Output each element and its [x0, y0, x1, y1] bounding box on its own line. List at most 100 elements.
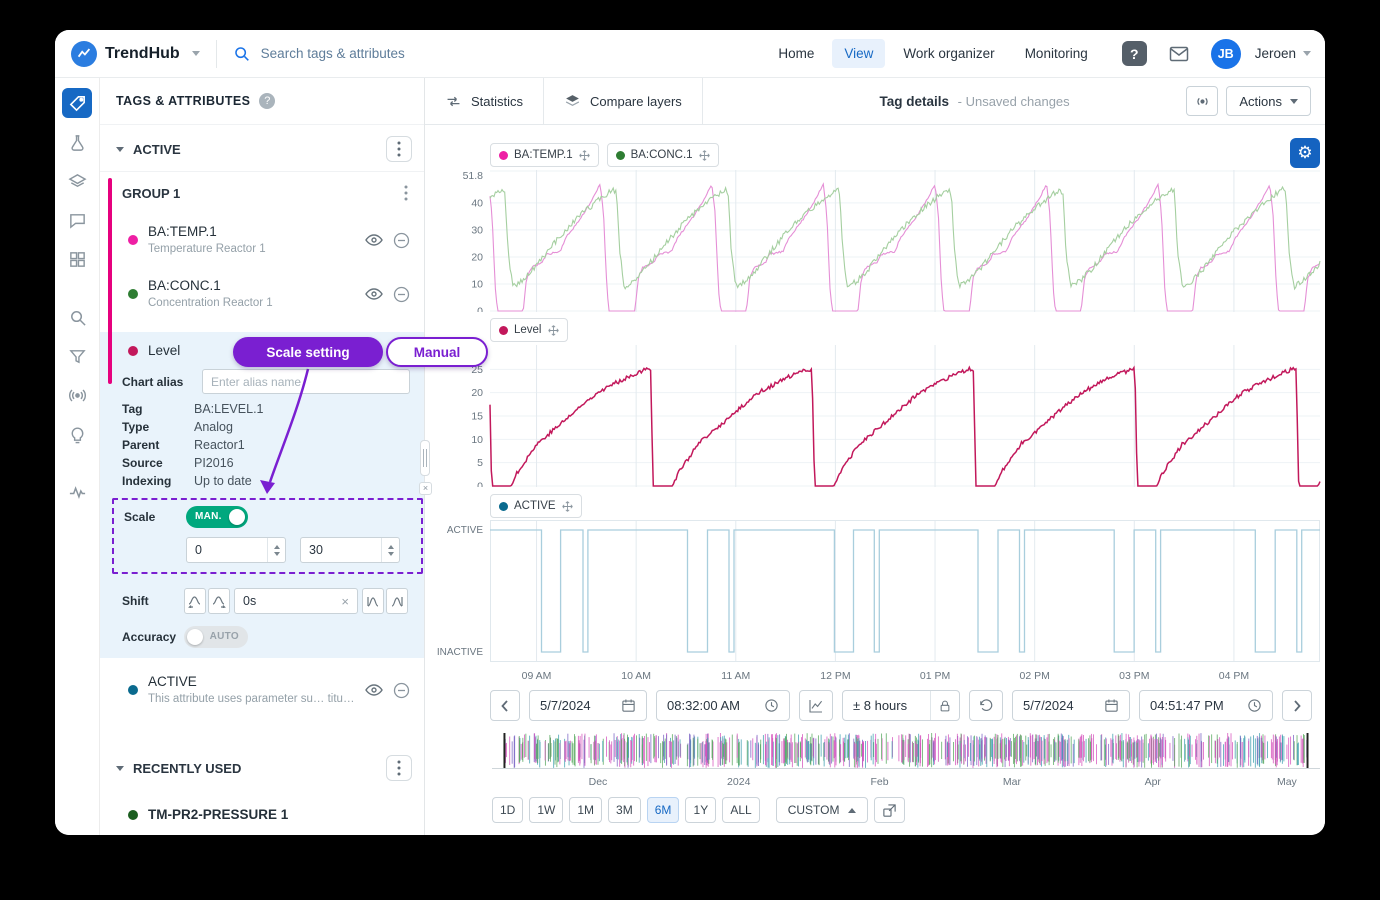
actions-label: Actions	[1239, 94, 1282, 109]
scale-max-input[interactable]	[300, 537, 400, 563]
custom-range-button[interactable]: CUSTOM	[776, 797, 868, 823]
start-date-field[interactable]: 5/7/2024	[529, 690, 647, 721]
layers-icon[interactable]	[62, 166, 92, 196]
manual-scale-toggle[interactable]: MAN.	[186, 506, 248, 528]
range-1y-button[interactable]: 1Y	[685, 797, 716, 823]
context-axis-labels: Dec 2024 Feb Mar Apr May	[492, 776, 1320, 790]
brand-dropdown-caret-icon[interactable]	[192, 51, 200, 56]
statistics-button[interactable]: Statistics	[425, 78, 544, 124]
end-time-field[interactable]: 04:51:47 PM	[1139, 690, 1273, 721]
remove-minus-icon[interactable]	[393, 232, 410, 249]
tag-item-ba-conc[interactable]: BA:CONC.1 Concentration Reactor 1	[100, 268, 424, 322]
end-date-field[interactable]: 5/7/2024	[1012, 690, 1130, 721]
remove-minus-icon[interactable]	[393, 286, 410, 303]
duration-field[interactable]: ± 8 hours	[842, 690, 960, 721]
user-menu[interactable]: Jeroen	[1255, 46, 1311, 61]
tag-item-ba-temp[interactable]: BA:TEMP.1 Temperature Reactor 1	[100, 214, 424, 268]
range-1m-button[interactable]: 1M	[569, 797, 602, 823]
group-row[interactable]: GROUP 1	[100, 172, 424, 214]
shift-forward-icon[interactable]	[208, 588, 230, 614]
temp-conc-chart[interactable]: 51.8403020100	[425, 170, 1325, 312]
recent-section-menu-button[interactable]	[386, 755, 412, 781]
visibility-eye-icon[interactable]	[365, 233, 383, 247]
focus-chart-button[interactable]	[799, 690, 833, 721]
nav-monitoring[interactable]: Monitoring	[1013, 39, 1100, 68]
accuracy-auto-toggle[interactable]: AUTO	[184, 626, 248, 648]
trendhub-logo-icon	[71, 41, 97, 67]
panel-resize-handle[interactable]	[420, 440, 430, 476]
visibility-eye-icon[interactable]	[365, 683, 383, 697]
visibility-eye-icon[interactable]	[365, 287, 383, 301]
shift-align-left-icon[interactable]	[362, 588, 384, 614]
history-button[interactable]	[969, 690, 1003, 721]
dashboard-icon[interactable]	[62, 244, 92, 274]
scale-min-input[interactable]	[186, 537, 286, 563]
step-back-button[interactable]	[490, 690, 520, 721]
tags-rail-button[interactable]	[62, 88, 92, 118]
legend-chip-ba-conc[interactable]: BA:CONC.1	[607, 143, 719, 167]
field-label: Tag	[122, 401, 194, 417]
shift-align-right-icon[interactable]	[386, 588, 408, 614]
nav-work-organizer[interactable]: Work organizer	[891, 39, 1006, 68]
legend-chip-active[interactable]: ACTIVE	[490, 494, 582, 518]
scale-max-value[interactable]	[301, 543, 381, 557]
lightbulb-icon[interactable]	[62, 419, 92, 449]
remove-minus-icon[interactable]	[393, 682, 410, 699]
legend-chip-level[interactable]: Level	[490, 318, 568, 342]
pulse-icon[interactable]	[62, 477, 92, 507]
move-icon[interactable]	[548, 325, 559, 336]
legend-chip-ba-temp[interactable]: BA:TEMP.1	[490, 143, 599, 167]
section-active[interactable]: ACTIVE	[100, 129, 424, 169]
scale-min-value[interactable]	[187, 543, 267, 557]
section-recently-used[interactable]: RECENTLY USED	[100, 748, 424, 788]
flask-icon[interactable]	[62, 127, 92, 157]
range-3m-button[interactable]: 3M	[608, 797, 641, 823]
step-forward-button[interactable]	[1282, 690, 1312, 721]
filter-icon[interactable]	[62, 341, 92, 371]
calendar-icon	[621, 698, 636, 713]
stepper-icon[interactable]	[267, 538, 285, 562]
shift-value-input[interactable]: 0s ×	[234, 588, 358, 614]
chart-alias-input[interactable]	[202, 369, 410, 394]
visibility-eye-icon[interactable]	[365, 344, 383, 358]
live-broadcast-icon[interactable]	[62, 380, 92, 410]
chart-settings-gear-button[interactable]: ⚙	[1290, 138, 1320, 168]
search-input[interactable]	[259, 45, 509, 62]
help-icon[interactable]: ?	[1122, 41, 1147, 66]
avatar[interactable]: JB	[1211, 39, 1241, 69]
panel-collapse-button[interactable]: ×	[419, 482, 432, 495]
active-section-menu-button[interactable]	[386, 136, 412, 162]
level-chart[interactable]: 2520151050	[425, 345, 1325, 487]
compare-layers-button[interactable]: Compare layers	[544, 78, 703, 124]
lock-icon[interactable]	[930, 691, 959, 720]
mail-icon[interactable]	[1169, 46, 1189, 62]
remove-minus-icon[interactable]	[393, 342, 410, 359]
nav-home[interactable]: Home	[766, 39, 826, 68]
group-menu-button[interactable]	[400, 181, 412, 205]
end-date-value: 5/7/2024	[1023, 698, 1074, 713]
comment-icon[interactable]	[62, 205, 92, 235]
move-icon[interactable]	[579, 150, 590, 161]
search-rail-icon[interactable]	[62, 302, 92, 332]
shift-back-icon[interactable]	[184, 588, 206, 614]
clear-icon[interactable]: ×	[341, 594, 349, 609]
range-all-button[interactable]: ALL	[722, 797, 759, 823]
actions-button[interactable]: Actions	[1226, 86, 1311, 116]
nav-view[interactable]: View	[832, 39, 885, 68]
tag-item-active-attribute[interactable]: ACTIVE This attribute uses parameter su……	[100, 664, 424, 718]
brand: TrendHub	[55, 41, 200, 67]
history-icon	[978, 698, 994, 714]
range-1w-button[interactable]: 1W	[529, 797, 563, 823]
active-digital-chart[interactable]: ACTIVEINACTIVE	[425, 520, 1325, 662]
tag-item-recent[interactable]: TM-PR2-PRESSURE 1	[100, 800, 424, 822]
range-1d-button[interactable]: 1D	[492, 797, 523, 823]
start-time-field[interactable]: 08:32:00 AM	[656, 690, 790, 721]
move-icon[interactable]	[562, 501, 573, 512]
panel-help-icon[interactable]: ?	[259, 93, 275, 109]
tag-item-level[interactable]: Level	[100, 332, 424, 367]
custom-range-picker-button[interactable]	[874, 797, 905, 823]
stepper-icon[interactable]	[381, 538, 399, 562]
range-6m-button[interactable]: 6M	[647, 797, 680, 823]
move-icon[interactable]	[699, 150, 710, 161]
context-overview-strip[interactable]	[492, 733, 1320, 769]
